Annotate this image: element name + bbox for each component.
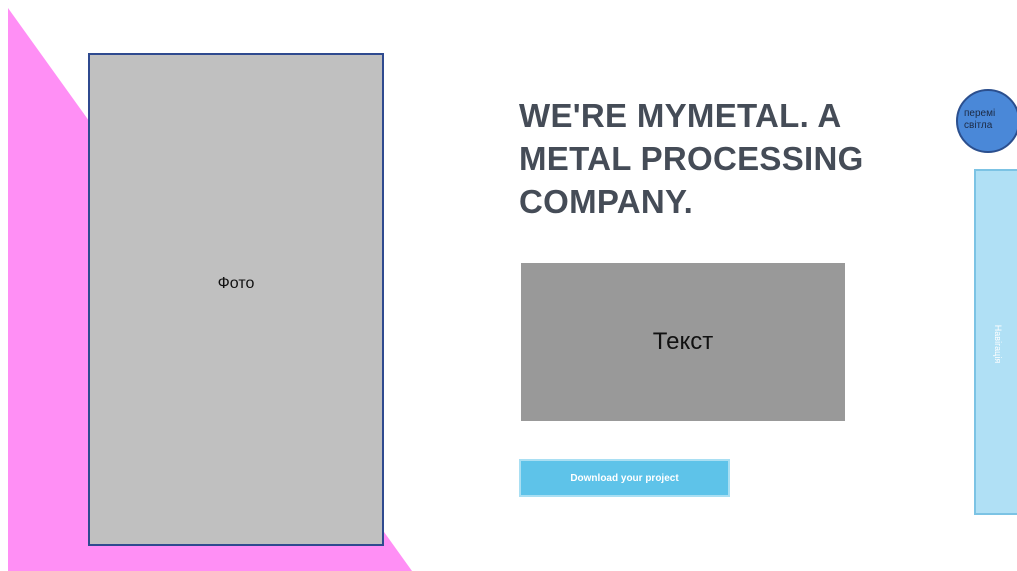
navigation-panel[interactable]: Навігація [974, 169, 1017, 515]
theme-toggle-label: перемі світла [964, 108, 1017, 132]
photo-label: Фото [217, 274, 255, 292]
headline-line-1: WE'RE MYMETAL. A [519, 97, 842, 134]
theme-toggle-line-1: перемі [964, 108, 996, 119]
download-button-label: Download your project [570, 472, 679, 484]
text-placeholder-label: Текст [652, 328, 714, 355]
theme-toggle-button[interactable]: перемі світла [956, 89, 1017, 153]
headline-line-2: METAL PROCESSING [519, 140, 864, 177]
photo-placeholder: Фото [88, 53, 384, 546]
theme-toggle-line-2: світла [964, 120, 993, 131]
download-project-button[interactable]: Download your project [519, 459, 730, 497]
text-placeholder-box: Текст [521, 263, 845, 421]
navigation-label: Навігація [993, 324, 1003, 364]
headline-line-3: COMPANY. [519, 183, 694, 220]
headline: WE'RE MYMETAL. A METAL PROCESSING COMPAN… [519, 94, 899, 223]
page: Фото WE'RE MYMETAL. A METAL PROCESSING C… [0, 0, 1017, 571]
